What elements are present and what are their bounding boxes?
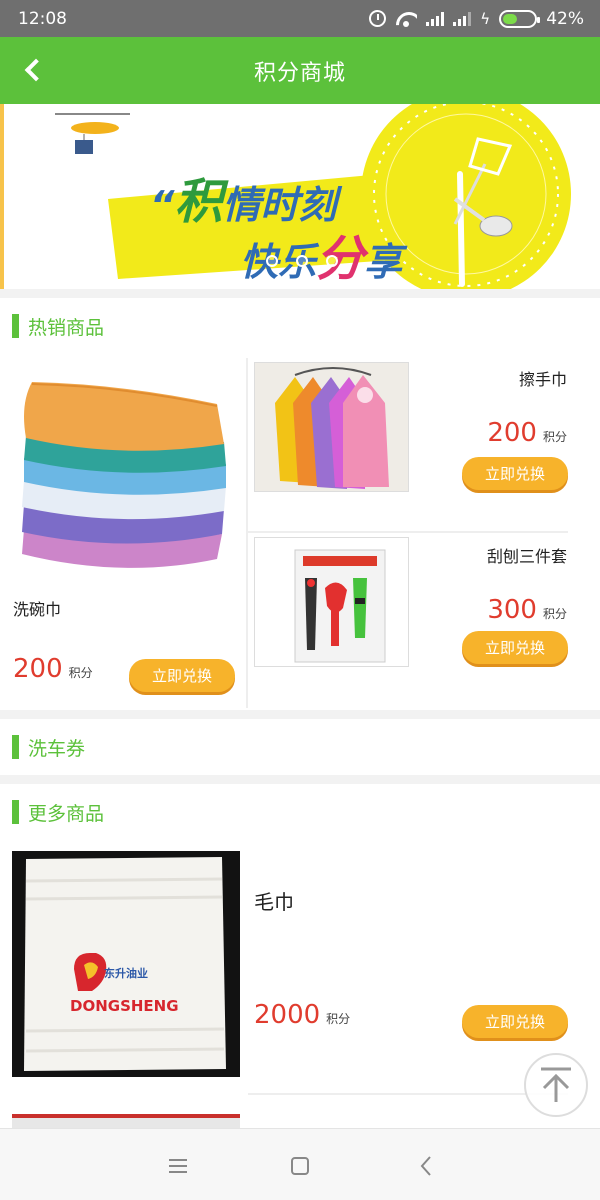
nav-back-button[interactable]: [412, 1151, 442, 1181]
section-title: 更多商品: [28, 802, 105, 825]
product-price: 2000 积分: [254, 1000, 350, 1030]
status-icons: ϟ 42%: [369, 9, 584, 29]
signal-icon-2: [453, 11, 472, 26]
hot-products-section: 热销商品 洗碗巾 200 积分 立即兑换 擦手巾 200 积分 立即兑换 刮刨三…: [0, 298, 600, 710]
banner-quote: “: [150, 183, 175, 227]
menu-icon: [169, 1159, 187, 1173]
product-card-towel[interactable]: 东升油业 DONGSHENG 毛巾 2000 积分 立即兑换: [0, 840, 600, 1080]
price-unit: 积分: [542, 430, 567, 444]
dish-towel-image: [12, 374, 232, 584]
carousel-dot[interactable]: [326, 255, 338, 267]
product-card-dish-towel[interactable]: 洗碗巾 200 积分 立即兑换: [0, 354, 246, 710]
price-value: 200: [13, 654, 63, 684]
status-time: 12:08: [18, 8, 67, 29]
hand-towel-image: [254, 362, 409, 492]
price-value: 300: [487, 595, 537, 625]
price-unit: 积分: [326, 1012, 351, 1026]
section-marker: [12, 314, 19, 338]
product-price: 300 积分: [487, 595, 567, 625]
redeem-button[interactable]: 立即兑换: [462, 1005, 568, 1038]
product-name: 洗碗巾: [13, 600, 62, 619]
home-button[interactable]: [285, 1151, 315, 1181]
battery-percent: 42%: [546, 8, 584, 29]
section-header: 更多商品: [0, 784, 600, 840]
alarm-icon: [369, 10, 387, 27]
section-marker: [12, 735, 19, 759]
section-title: 热销商品: [28, 316, 105, 339]
banner-line-2: 快乐分享: [240, 219, 402, 289]
carousel-dot[interactable]: [266, 255, 278, 267]
carousel-dot[interactable]: [296, 255, 308, 267]
product-name: 擦手巾: [518, 370, 567, 389]
status-bar: 12:08 ϟ 42%: [0, 0, 600, 37]
logo-cn: 东升油业: [104, 966, 148, 980]
redeem-button[interactable]: 立即兑换: [462, 457, 568, 490]
banner-highlight-1: 积: [174, 174, 223, 230]
back-icon: [24, 58, 48, 82]
product-card-peeler-set[interactable]: 刮刨三件套 300 积分 立即兑换: [248, 533, 600, 708]
more-products-section: 更多商品 东升油业 DONGSHENG 毛巾 2000 积分 立即兑换: [0, 784, 600, 1130]
section-title: 洗车券: [28, 737, 86, 760]
towel-image-art: 东升油业 DONGSHENG: [12, 851, 240, 1077]
wifi-icon: [395, 11, 417, 27]
carousel-indicator: [266, 255, 338, 267]
battery-icon: [499, 9, 541, 28]
banner-text-3: 享: [364, 240, 403, 284]
app-header: 积分商城: [0, 37, 600, 104]
price-unit: 积分: [542, 607, 567, 621]
price-value: 2000: [254, 1000, 321, 1030]
product-card-hand-towel[interactable]: 擦手巾 200 积分 立即兑换: [248, 354, 600, 529]
system-nav-bar: [0, 1128, 600, 1200]
towel-image: 东升油业 DONGSHENG: [12, 851, 240, 1077]
logo-en: DONGSHENG: [70, 997, 179, 1015]
scroll-top-button[interactable]: [524, 1053, 588, 1117]
price-unit: 积分: [68, 666, 93, 680]
section-header: 热销商品: [0, 298, 600, 354]
page-title: 积分商城: [253, 60, 346, 86]
peeler-set-image: [254, 537, 409, 667]
product-price: 200 积分: [13, 654, 93, 684]
scroll-top-icon: [541, 1067, 571, 1102]
menu-button[interactable]: [163, 1151, 193, 1181]
section-header: 洗车券: [0, 719, 600, 775]
hand-towels-image: [255, 363, 408, 491]
product-price: 200 积分: [487, 418, 567, 448]
peeler-set-image-art: [255, 538, 408, 666]
signal-icon: [426, 11, 445, 26]
back-button[interactable]: [22, 57, 48, 83]
section-marker: [12, 800, 19, 824]
price-value: 200: [487, 418, 537, 448]
nav-back-icon: [420, 1156, 431, 1176]
redeem-button[interactable]: 立即兑换: [129, 659, 235, 692]
home-icon: [291, 1157, 309, 1175]
redeem-button[interactable]: 立即兑换: [462, 631, 568, 664]
towel-stack-image: [12, 374, 232, 584]
product-name: 毛巾: [254, 890, 294, 914]
car-wash-section[interactable]: 洗车券: [0, 719, 600, 775]
charging-icon: ϟ: [480, 9, 491, 28]
divider: [248, 1093, 568, 1095]
product-name: 刮刨三件套: [486, 547, 567, 566]
